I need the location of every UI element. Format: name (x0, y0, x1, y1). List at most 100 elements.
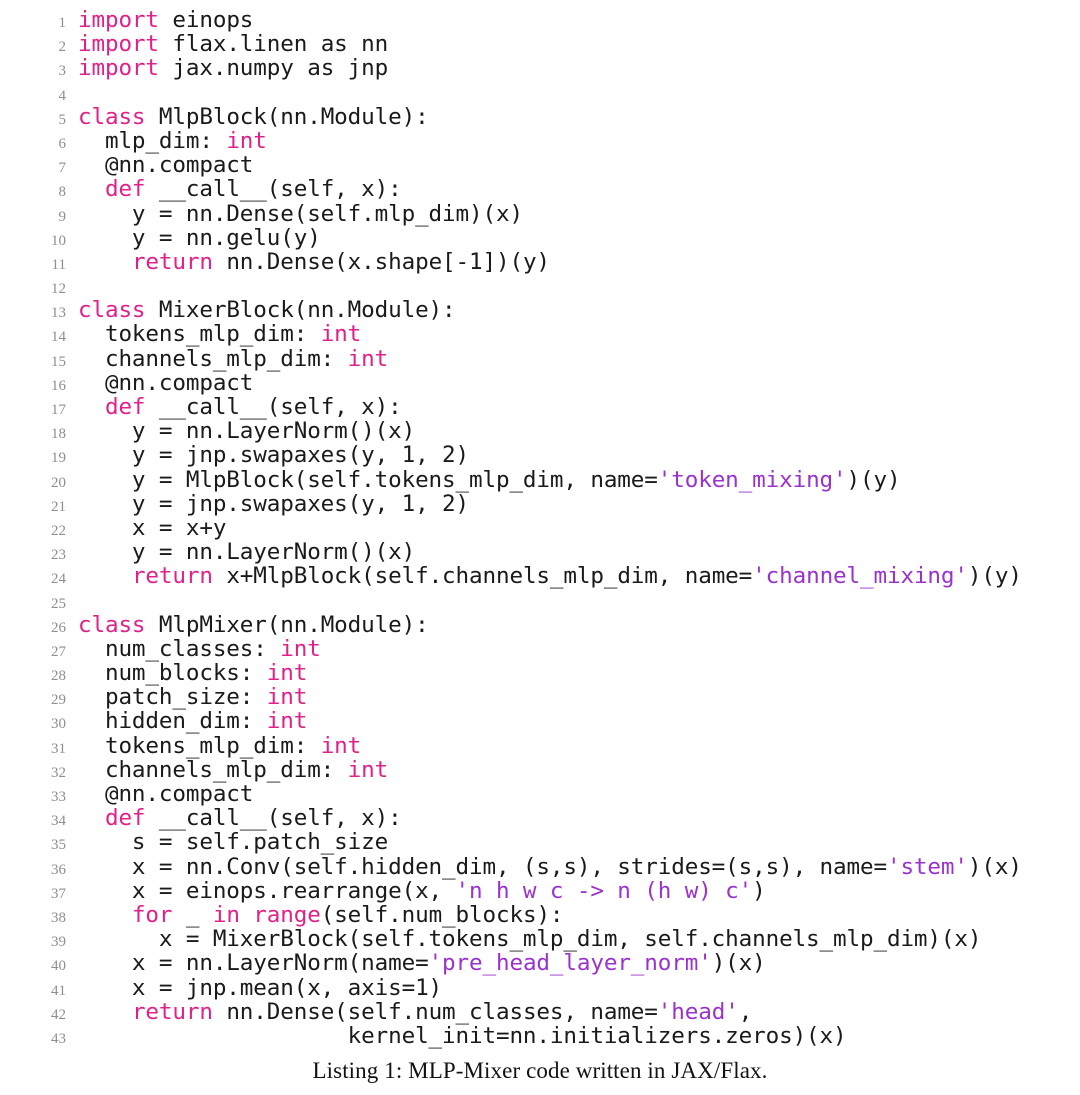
code-line: 1 import einops (0, 8, 1080, 32)
code-keyword: import (78, 7, 159, 33)
code-line: 36 x = nn.Conv(self.hidden_dim, (s,s), s… (0, 853, 1080, 880)
code-keyword: return (131, 998, 213, 1025)
code-plain-text: x = x+y (78, 514, 227, 541)
code-line-text: x = x+y (66, 514, 227, 541)
code-line: 3 import jax.numpy as jnp (0, 56, 1080, 80)
code-line-text: def __call__(self, x): (66, 177, 402, 201)
code-keyword: int (320, 321, 362, 348)
code-line-text: hidden_dim: int (66, 709, 307, 733)
code-keyword: def (104, 176, 146, 203)
code-plain-text: kernel_init=nn.initializers.zeros)(x) (78, 1022, 847, 1049)
code-line-text: import jax.numpy as jnp (66, 56, 388, 80)
code-plain-text: MlpBlock(nn.Module): (145, 103, 429, 130)
code-keyword: int (347, 756, 389, 783)
code-plain-text: channels_mlp_dim: (78, 756, 348, 783)
code-line: 42 return nn.Dense(self.num_classes, nam… (0, 1000, 1080, 1024)
code-plain-text: x = jnp.mean(x, axis=1) (78, 974, 443, 1001)
code-plain-text: y = nn.Dense(self.mlp_dim)(x) (78, 200, 523, 227)
code-plain-text (240, 902, 253, 928)
code-keyword: int (280, 635, 321, 662)
code-line: 10 y = nn.gelu(y) (0, 226, 1080, 250)
code-line: 29 patch_size: int (0, 685, 1080, 709)
code-plain-text: x = einops.rearrange(x, (78, 877, 456, 904)
code-line-text: class MlpMixer(nn.Module): (66, 613, 429, 637)
code-line: 28 num_blocks: int (0, 661, 1080, 685)
code-line: 13 class MixerBlock(nn.Module): (0, 298, 1080, 322)
code-plain-text: MlpMixer(nn.Module): (145, 611, 429, 638)
code-line-text: y = jnp.swapaxes(y, 1, 2) (66, 492, 469, 516)
code-line: 30 hidden_dim: int (0, 709, 1080, 733)
code-string-literal: 'stem' (886, 853, 968, 880)
code-string-literal: 'n h w c -> n (h w) c' (455, 877, 753, 904)
code-plain-text: x = nn.Conv(self.hidden_dim, (s,s), stri… (78, 853, 887, 880)
code-line: 4 (0, 81, 1080, 105)
code-line-text: for _ in range(self.num_blocks): (66, 901, 564, 928)
line-number: 3 (58, 63, 67, 80)
code-line: 19 y = jnp.swapaxes(y, 1, 2) (0, 443, 1080, 467)
line-number: 19 (51, 450, 66, 467)
code-keyword: int (320, 732, 362, 759)
code-keyword: int (266, 684, 308, 711)
code-plain-text (78, 176, 105, 202)
code-line: 35 s = self.patch_size (0, 830, 1080, 854)
code-plain-text: einops (158, 7, 254, 33)
code-plain-text: )(y) (846, 466, 901, 493)
code-line-text: x = jnp.mean(x, axis=1) (66, 974, 443, 1001)
line-number: 43 (51, 1030, 66, 1047)
code-line: 16 @nn.compact (0, 371, 1080, 395)
code-keyword: return (131, 563, 213, 590)
line-number: 8 (58, 184, 67, 201)
code-keyword: def (104, 805, 146, 832)
code-line: 31 tokens_mlp_dim: int (0, 734, 1080, 758)
code-plain-text: num_blocks: (78, 660, 267, 687)
code-line: 11 return nn.Dense(x.shape[-1])(y) (0, 250, 1080, 274)
code-plain-text: patch_size: (78, 684, 267, 711)
code-plain-text: @nn.compact (78, 369, 254, 396)
code-line-text: return nn.Dense(self.num_classes, name='… (66, 1000, 752, 1024)
code-plain-text: _ (172, 901, 213, 928)
source-code-block[interactable]: 1 import einops 2 import flax.linen as nn 3 i… (0, 8, 1080, 1048)
code-plain-text: tokens_mlp_dim: (78, 321, 321, 348)
code-line-text: mlp_dim: int (66, 129, 267, 153)
code-line-text: kernel_init=nn.initializers.zeros)(x) (66, 1024, 847, 1048)
code-plain-text: hidden_dim: (78, 708, 267, 735)
code-line-text: return nn.Dense(x.shape[-1])(y) (66, 250, 550, 274)
code-line-text: x = nn.LayerNorm(name='pre_head_layer_no… (66, 951, 766, 975)
code-plain-text: nn.Dense(x.shape[-1])(y) (212, 248, 550, 275)
code-line-text: x = einops.rearrange(x, 'n h w c -> n (h… (66, 879, 766, 903)
code-string-literal: 'token_mixing' (657, 466, 847, 493)
code-plain-text: )(x) (967, 853, 1022, 880)
code-keyword: class (78, 297, 146, 324)
code-plain-text (78, 999, 132, 1025)
code-plain-text: y = nn.gelu(y) (78, 224, 321, 251)
code-plain-text: channels_mlp_dim: (78, 345, 348, 372)
code-line-text: @nn.compact (66, 371, 253, 395)
line-number: 24 (51, 571, 66, 588)
code-line-text: def __call__(self, x): (66, 806, 402, 830)
code-plain-text: y = nn.LayerNorm()(x) (78, 418, 416, 445)
code-line: 37 x = einops.rearrange(x, 'n h w c -> n… (0, 879, 1080, 903)
code-plain-text: __call__(self, x): (145, 394, 402, 420)
code-listing-figure: 1 import einops 2 import flax.linen as nn 3 i… (0, 0, 1080, 1095)
code-plain-text: y = jnp.swapaxes(y, 1, 2) (78, 490, 469, 517)
code-plain-text: y = jnp.swapaxes(y, 1, 2) (78, 442, 469, 469)
code-plain-text: __call__(self, x): (145, 176, 402, 203)
code-line: 12 (0, 274, 1080, 298)
code-plain-text: MixerBlock(nn.Module): (145, 297, 456, 324)
code-line: 20 y = MlpBlock(self.tokens_mlp_dim, nam… (0, 466, 1080, 493)
code-line: 5 class MlpBlock(nn.Module): (0, 105, 1080, 129)
code-line-text: num_blocks: int (66, 661, 307, 685)
code-line: 24 return x+MlpBlock(self.channels_mlp_d… (0, 564, 1080, 588)
code-line: 33 @nn.compact (0, 782, 1080, 806)
code-line: 40 x = nn.LayerNorm(name='pre_head_layer… (0, 951, 1080, 975)
code-plain-text: y = MlpBlock(self.tokens_mlp_dim, name= (78, 466, 658, 493)
code-line-text: def __call__(self, x): (66, 395, 402, 419)
code-line: 27 num_classes: int (0, 637, 1080, 661)
line-number: 40 (51, 958, 66, 975)
code-line: 6 mlp_dim: int (0, 129, 1080, 153)
code-line: 41 x = jnp.mean(x, axis=1) (0, 974, 1080, 1001)
code-line-text: channels_mlp_dim: int (66, 347, 388, 371)
code-line: 21 y = jnp.swapaxes(y, 1, 2) (0, 492, 1080, 516)
code-keyword: int (266, 660, 308, 687)
code-line-text: s = self.patch_size (66, 830, 388, 854)
